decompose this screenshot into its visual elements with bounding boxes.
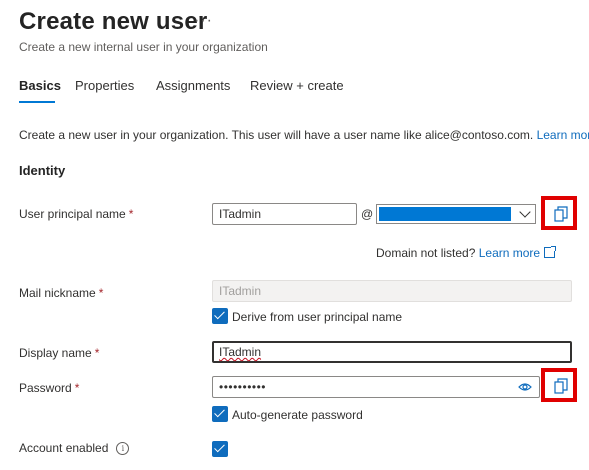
active-tab-indicator xyxy=(19,101,55,103)
copy-upn-button[interactable] xyxy=(541,196,577,230)
account-enabled-label: Account enabled i xyxy=(19,441,130,456)
more-options-button[interactable]: ··· xyxy=(194,12,213,30)
password-label: Password * xyxy=(19,381,80,395)
required-mark: * xyxy=(98,286,104,300)
mail-nickname-input xyxy=(212,280,572,302)
required-mark: * xyxy=(128,207,134,221)
account-enabled-checkbox[interactable] xyxy=(212,441,228,457)
tab-basics[interactable]: Basics xyxy=(19,78,61,93)
chevron-down-icon xyxy=(519,206,531,218)
intro-text: Create a new user in your organization. … xyxy=(19,128,589,142)
display-name-input[interactable]: ITadmin xyxy=(212,341,572,363)
page-subtitle: Create a new internal user in your organ… xyxy=(19,40,268,54)
copy-password-button[interactable] xyxy=(541,368,577,402)
page-title: Create new user xyxy=(19,8,208,35)
tab-properties[interactable]: Properties xyxy=(75,78,134,93)
at-sign: @ xyxy=(361,207,374,221)
auto-generate-checkbox[interactable] xyxy=(212,406,228,422)
info-icon[interactable]: i xyxy=(116,442,130,456)
domain-learn-more-link[interactable]: Learn more xyxy=(479,246,557,260)
upn-username-input[interactable] xyxy=(212,203,357,225)
derive-checkbox-label: Derive from user principal name xyxy=(232,310,403,324)
copy-icon xyxy=(554,378,568,394)
derive-checkbox[interactable] xyxy=(212,308,228,324)
domain-select[interactable] xyxy=(376,204,536,224)
display-name-label: Display name * xyxy=(19,346,100,360)
upn-label: User principal name * xyxy=(19,207,134,221)
intro-description: Create a new user in your organization. … xyxy=(19,128,534,142)
password-input[interactable]: •••••••••• xyxy=(212,376,540,398)
tab-review-create[interactable]: Review + create xyxy=(250,78,344,93)
required-mark: * xyxy=(94,346,100,360)
mail-nickname-label: Mail nickname * xyxy=(19,286,104,300)
identity-section-title: Identity xyxy=(19,163,66,178)
required-mark: * xyxy=(74,381,80,395)
copy-icon xyxy=(554,206,568,222)
tab-assignments[interactable]: Assignments xyxy=(156,78,230,93)
intro-learn-more-link[interactable]: Learn more xyxy=(537,128,589,142)
external-link-icon xyxy=(544,246,557,258)
auto-generate-label: Auto-generate password xyxy=(232,408,363,422)
domain-select-value xyxy=(379,207,511,221)
domain-hint: Domain not listed? Learn more xyxy=(376,246,557,260)
eye-icon[interactable] xyxy=(518,382,532,392)
